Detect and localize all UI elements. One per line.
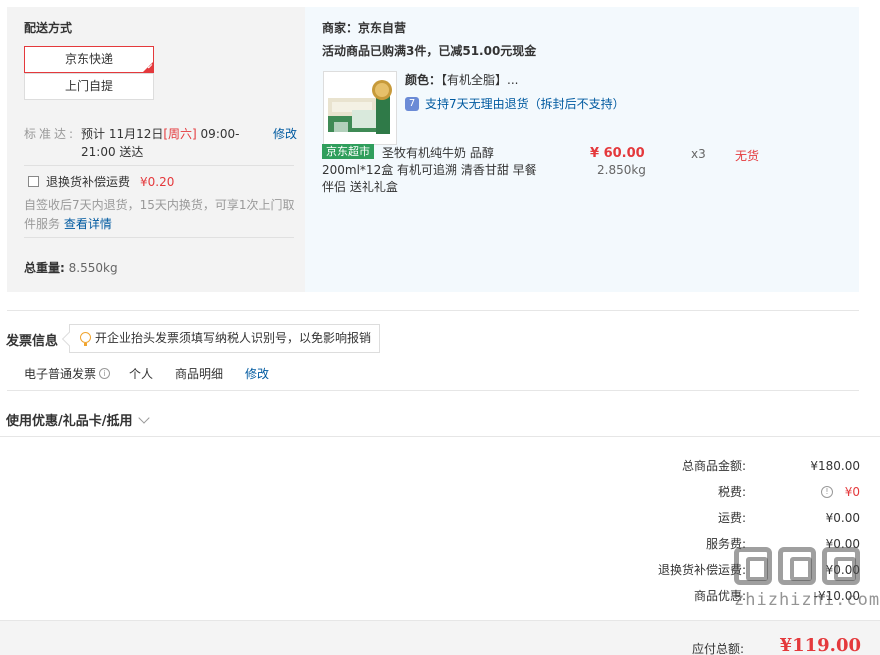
promotion-text: 活动商品已购满3件，已减51.00元现金	[322, 44, 537, 58]
eta-modify-link[interactable]: 修改	[273, 125, 297, 143]
item-price: ¥ 60.00	[590, 146, 645, 161]
summary-row: 税费: ! ¥0	[717, 485, 860, 499]
invoice-modify-link[interactable]: 修改	[245, 365, 269, 382]
divider	[0, 436, 880, 437]
invoice-tip: 开企业抬头发票须填写纳税人识别号，以免影响报销	[69, 324, 381, 353]
invoice-recipient: 个人	[129, 367, 154, 381]
item-weight: 2.850kg	[597, 163, 646, 177]
tax-info-icon[interactable]: !	[821, 486, 833, 498]
jd-supermarket-badge: 京东超市	[322, 144, 374, 159]
total-amount: ¥119.00	[779, 635, 861, 655]
delivery-option-jd-express[interactable]: 京东快递	[24, 46, 154, 73]
merchant-panel: 商家：京东自营 活动商品已购满3件，已减51.00元现金 圣牧有机纯牛奶 品醇2…	[305, 7, 859, 292]
stock-status: 无货	[735, 149, 760, 163]
delivery-option-pickup[interactable]: 上门自提	[24, 73, 154, 100]
info-icon[interactable]: i	[99, 368, 111, 379]
summary-row: 商品优惠: -¥10.00	[693, 589, 860, 603]
lightbulb-icon	[80, 331, 91, 346]
insurance-row: 退换货补偿运费 ¥0.20	[24, 173, 174, 190]
selected-check-icon	[143, 62, 153, 72]
divider	[7, 310, 859, 311]
merchant-name: 商家：京东自营	[322, 21, 407, 35]
divider	[24, 237, 294, 238]
chevron-down-icon	[137, 411, 150, 424]
invoice-title: 发票信息	[6, 334, 59, 349]
summary-row: 总商品金额: ¥180.00	[681, 459, 860, 473]
insurance-checkbox[interactable]	[28, 176, 39, 187]
coupon-toggle[interactable]: 使用优惠/礼品卡/抵用	[6, 410, 150, 429]
product-color: 颜色：【有机全脂】...	[405, 73, 519, 87]
insurance-note: 自签收后7天内退货，15天内换货，可享1次上门取件服务 查看详情	[24, 198, 295, 231]
eta-text: 预计 11月12日[周六] 09:00-21:00 送达	[81, 127, 240, 159]
total-bar: 应付总额: ¥119.00	[0, 620, 880, 655]
returns-policy: 7 支持7天无理由退货（拆封后不支持）	[405, 95, 625, 112]
invoice-type: 电子普通发票	[24, 367, 97, 381]
delivery-option-label: 京东快递	[64, 52, 113, 66]
item-quantity: x3	[691, 147, 706, 161]
invoice-content: 商品明细	[175, 367, 224, 381]
insurance-fee: ¥0.20	[140, 174, 175, 189]
seven-day-return-icon: 7	[405, 96, 419, 111]
divider	[7, 390, 859, 391]
product-image[interactable]	[323, 71, 397, 145]
eta-label: 标准达:	[24, 127, 77, 141]
delivery-panel: 配送方式 京东快递 上门自提 标准达: 预计 11月12日[周六] 09:00-…	[7, 7, 305, 292]
total-label: 应付总额:	[691, 642, 744, 655]
summary-row: 退换货补偿运费: ¥0.00	[657, 563, 860, 577]
total-weight: 总重量: 8.550kg	[24, 261, 118, 275]
summary-row: 运费: ¥0.00	[717, 511, 860, 525]
delivery-title: 配送方式	[24, 21, 73, 35]
delivery-option-label: 上门自提	[64, 79, 113, 93]
summary-row: 服务费: ¥0.00	[705, 537, 860, 551]
insurance-detail-link[interactable]: 查看详情	[64, 217, 112, 231]
invoice-details: 电子普通发票 i 个人 商品明细 修改	[24, 365, 269, 382]
divider	[24, 165, 294, 166]
insurance-label: 退换货补偿运费	[46, 175, 131, 189]
